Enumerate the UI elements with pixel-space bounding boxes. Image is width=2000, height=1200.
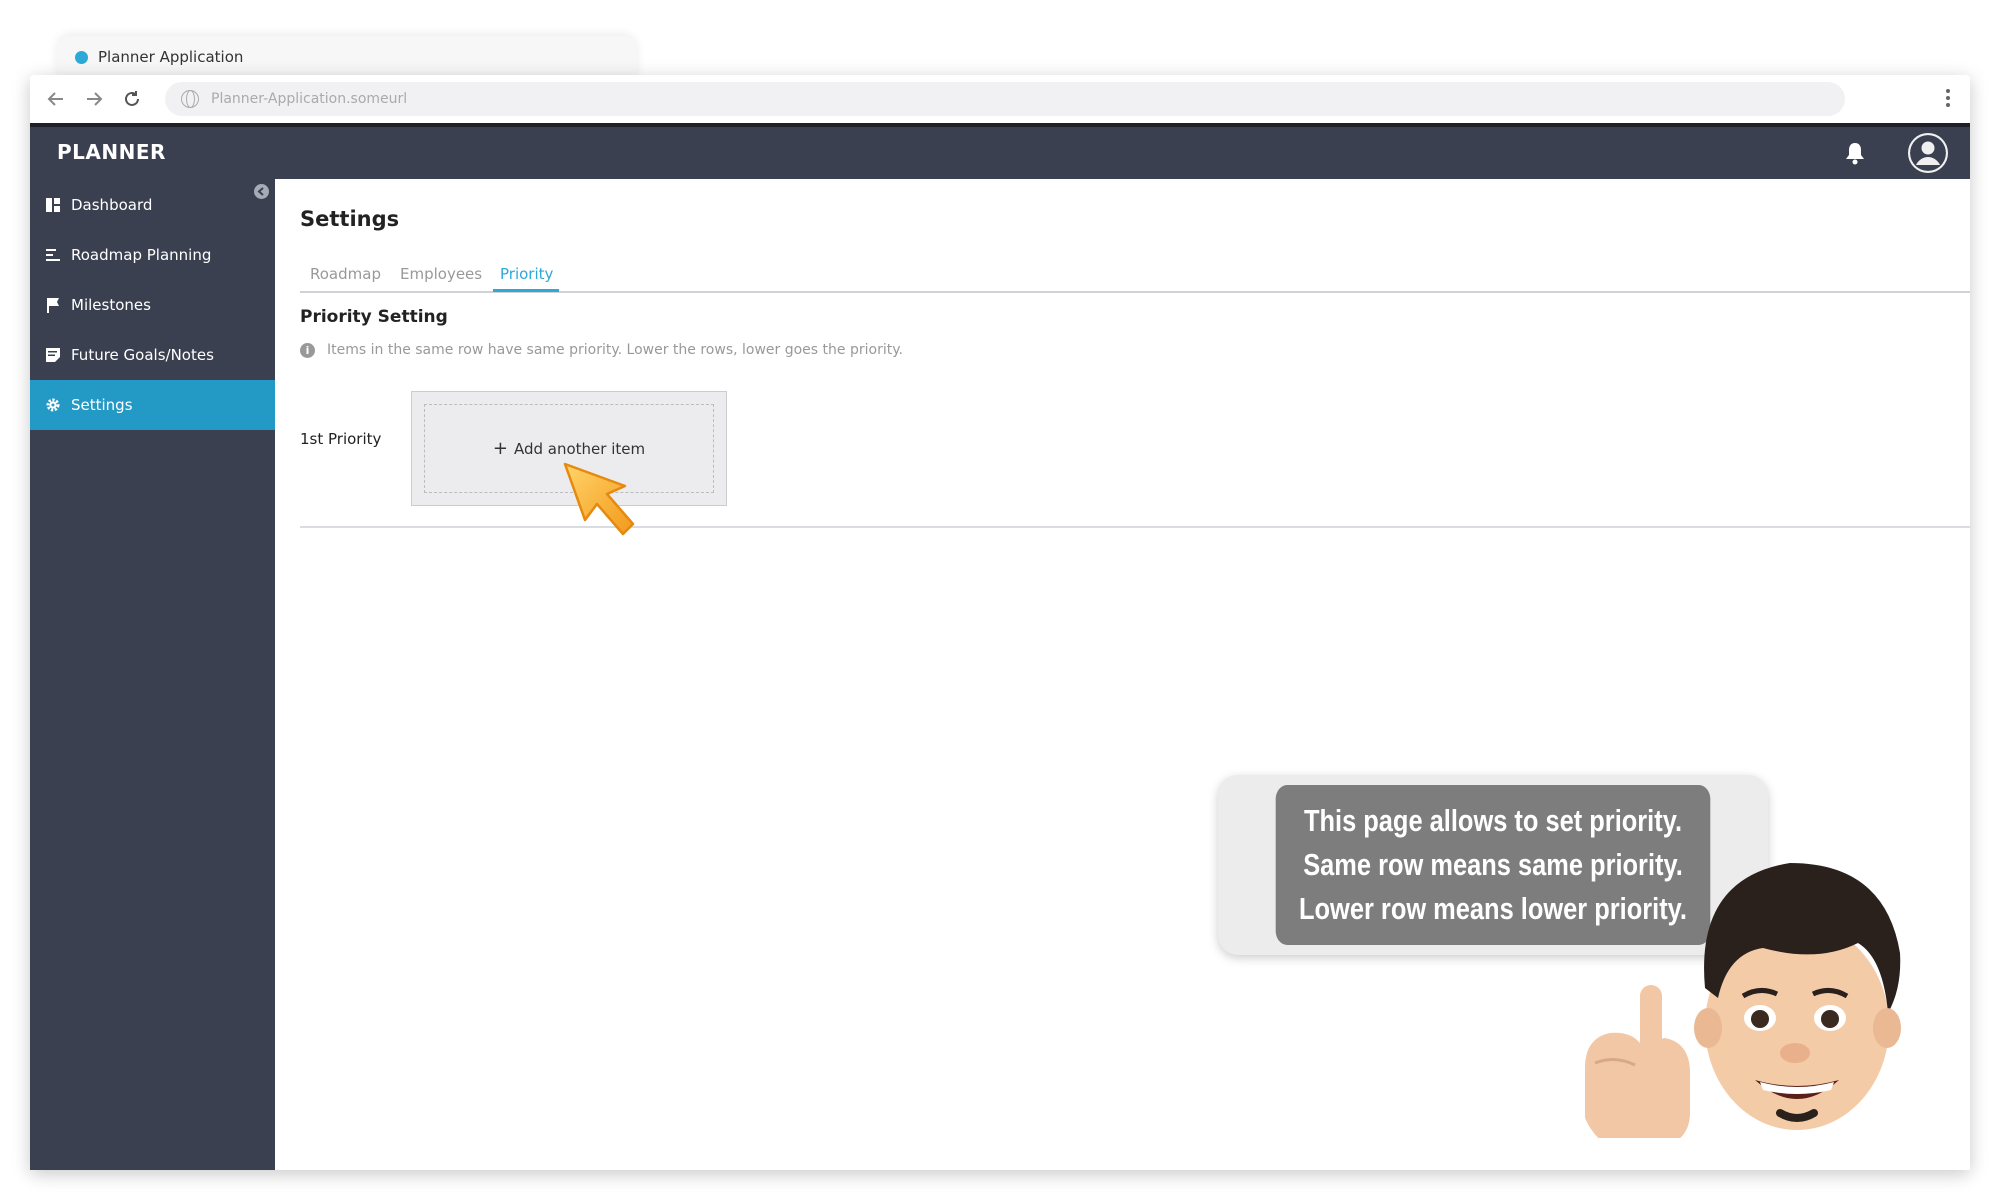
tab-priority[interactable]: Priority — [500, 265, 553, 283]
sidebar-item-label: Dashboard — [71, 196, 153, 214]
cursor-arrow-icon — [563, 462, 635, 536]
sidebar-item-label: Roadmap Planning — [71, 246, 212, 264]
app-brand: PLANNER — [57, 140, 166, 164]
address-bar[interactable]: Planner-Application.someurl — [165, 82, 1845, 116]
forward-icon[interactable] — [80, 85, 108, 113]
sidebar-item-dashboard[interactable]: Dashboard — [30, 180, 275, 230]
hint-text: Items in the same row have same priority… — [327, 342, 903, 358]
sidebar-item-label: Future Goals/Notes — [71, 346, 214, 364]
sidebar-item-label: Settings — [71, 396, 133, 414]
flag-icon — [45, 297, 61, 313]
avatar-icon[interactable] — [1908, 133, 1948, 173]
sidebar: Dashboard Roadmap Planning Milestones Fu… — [30, 179, 275, 1170]
browser-toolbar: Planner-Application.someurl — [30, 75, 1970, 123]
reload-icon[interactable] — [118, 85, 146, 113]
url-text: Planner-Application.someurl — [211, 91, 408, 107]
settings-tabs: Roadmap Employees Priority — [300, 261, 1970, 293]
browser-menu-icon[interactable] — [1946, 89, 1950, 109]
back-icon[interactable] — [42, 85, 70, 113]
priority-row-label: 1st Priority — [300, 430, 382, 448]
active-tab-indicator — [493, 289, 559, 292]
sidebar-item-settings[interactable]: Settings — [30, 380, 275, 430]
priority-hint: i Items in the same row have same priori… — [300, 342, 903, 358]
sidebar-item-future-goals[interactable]: Future Goals/Notes — [30, 330, 275, 380]
plus-icon: + — [492, 438, 508, 459]
mascot-illustration — [1585, 863, 1901, 1138]
tab-employees[interactable]: Employees — [400, 265, 482, 283]
add-item-label: Add another item — [513, 439, 646, 458]
row-divider — [300, 526, 1970, 528]
sidebar-item-label: Milestones — [71, 296, 151, 314]
info-icon: i — [300, 342, 315, 358]
globe-icon — [181, 90, 199, 108]
tab-roadmap[interactable]: Roadmap — [310, 265, 381, 283]
sidebar-item-roadmap-planning[interactable]: Roadmap Planning — [30, 230, 275, 280]
browser-tab[interactable]: Planner Application — [57, 36, 637, 78]
page-title: Settings — [300, 207, 400, 231]
tab-title: Planner Application — [98, 48, 244, 66]
pointing-hand-icon — [1585, 985, 1690, 1138]
notes-icon — [45, 347, 61, 363]
dashboard-icon — [45, 197, 61, 213]
face-icon — [1694, 863, 1901, 1130]
tab-favicon — [75, 50, 88, 64]
app-header: PLANNER — [30, 127, 1970, 179]
gear-icon — [45, 397, 61, 413]
section-title: Priority Setting — [300, 307, 448, 327]
sidebar-item-milestones[interactable]: Milestones — [30, 280, 275, 330]
bell-icon[interactable] — [1844, 141, 1866, 165]
roadmap-icon — [45, 247, 61, 263]
